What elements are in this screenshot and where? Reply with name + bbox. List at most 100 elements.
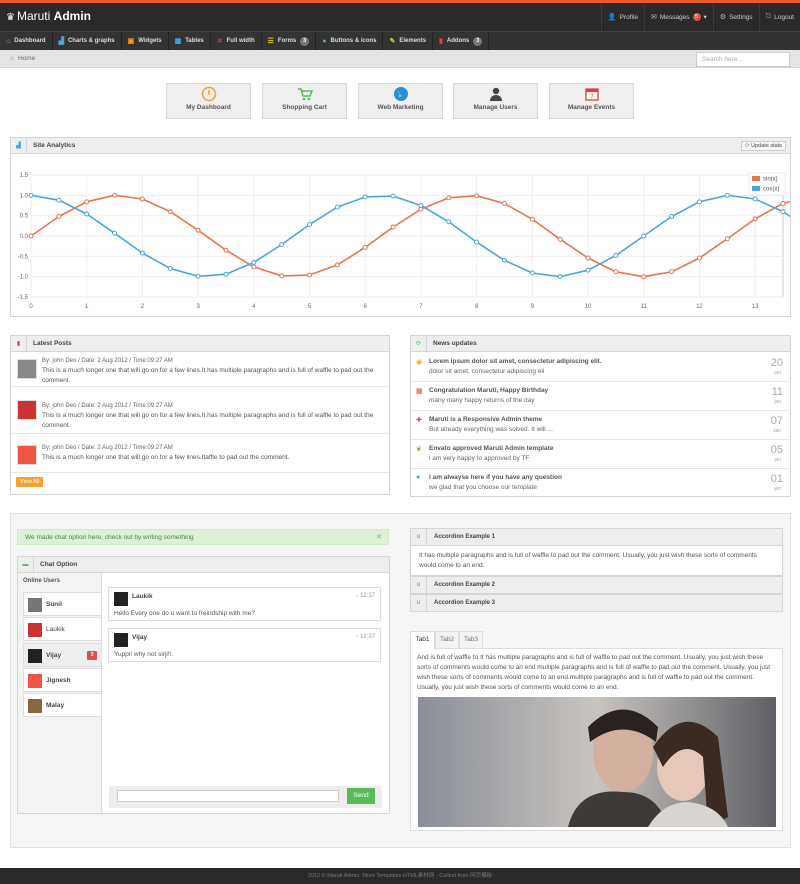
plus-icon: ✚: [416, 417, 422, 424]
send-button[interactable]: Send: [347, 788, 375, 804]
avatar: [114, 592, 128, 606]
quick-web-marketing[interactable]: Web Marketing: [358, 83, 443, 119]
settings-link[interactable]: ⚙ Settings: [712, 3, 759, 31]
post-meta: By: john Deo / Date: 2 Aug 2012 / Time:0…: [42, 403, 173, 409]
messages-link[interactable]: ✉ Messages 5 ▾: [644, 3, 713, 31]
data-point: [279, 273, 285, 279]
tab-3[interactable]: Tab3: [459, 631, 483, 648]
nav-widgets[interactable]: ▣ Widgets: [122, 32, 169, 50]
data-point: [223, 247, 229, 253]
dashboard-icon: [167, 84, 250, 104]
leaf-icon: ❦: [416, 446, 422, 453]
data-point: [696, 255, 702, 261]
avatar[interactable]: [17, 445, 37, 465]
refresh-icon: ⟳: [411, 336, 427, 351]
news-item[interactable]: ✚ Maruti is a Responsive Admin theme But…: [411, 411, 789, 440]
data-point: [752, 196, 758, 202]
online-user[interactable]: Sunil: [23, 592, 102, 616]
nav-label: Buttons & icons: [330, 38, 377, 44]
message-time: - 12:37: [356, 593, 375, 599]
nav-forms[interactable]: ☰ Forms 3: [262, 32, 317, 50]
data-point: [279, 242, 285, 248]
tint-icon: ●: [322, 37, 327, 45]
search-input[interactable]: [696, 52, 790, 67]
view-all-button[interactable]: View All: [16, 477, 44, 487]
cart-icon: [263, 84, 346, 104]
chat-alert: We made chat option here, check out by w…: [17, 529, 389, 545]
breadcrumb[interactable]: ⌂ Home: [10, 55, 35, 62]
data-point: [307, 222, 313, 228]
x-tick-label: 10: [585, 304, 592, 310]
data-point: [56, 213, 62, 219]
breadcrumb-bar: ⌂ Home: [0, 50, 800, 68]
avatar[interactable]: [17, 400, 37, 420]
quick-label: Web Marketing: [377, 104, 424, 111]
panel-title: News updates: [433, 340, 477, 347]
quick-shopping-cart[interactable]: Shopping Cart: [262, 83, 347, 119]
tab-2[interactable]: Tab2: [435, 631, 459, 648]
panel-header: ▮ Latest Posts: [11, 336, 389, 352]
data-point: [780, 209, 786, 215]
nav-tables[interactable]: ▦ Tables: [169, 32, 211, 50]
online-user[interactable]: Vijay 3: [23, 643, 102, 667]
quick-my-dashboard[interactable]: My Dashboard: [166, 83, 251, 119]
nav-charts[interactable]: ▟ Charts & graphs: [53, 32, 122, 50]
online-users-title: Online Users: [23, 578, 61, 584]
x-tick-label: 9: [531, 304, 535, 310]
accordion-header[interactable]: ∪ Accordion Example 1: [410, 528, 783, 546]
bar-chart-icon: ▟: [11, 138, 27, 153]
message-text: Yuppi! why not sirji!!.: [114, 651, 174, 658]
accordion-header[interactable]: ∪ Accordion Example 3: [410, 594, 783, 612]
profile-link[interactable]: 👤 Profile: [600, 3, 644, 31]
online-user[interactable]: Jignesh: [23, 668, 102, 692]
message-author: Laukik: [132, 593, 153, 600]
logout-link[interactable]: ⎋ Logout: [758, 3, 800, 31]
nav-full-width[interactable]: ✕ Full width: [211, 32, 262, 50]
y-tick-label: -1.0: [18, 275, 29, 281]
close-icon[interactable]: ✕: [376, 533, 382, 541]
home-icon: ⌂: [6, 37, 11, 45]
nav-dashboard[interactable]: ⌂ Dashboard: [0, 32, 53, 50]
data-point: [362, 194, 368, 200]
avatar: [28, 598, 42, 612]
online-user[interactable]: Laukik: [23, 617, 102, 641]
quick-manage-events[interactable]: 7 Manage Events: [549, 83, 634, 119]
x-tick-label: 12: [696, 304, 703, 310]
legend-label: cos(x): [763, 187, 779, 193]
data-point: [724, 192, 730, 198]
news-desc: i am very happy to approved by TF: [429, 455, 530, 462]
news-item[interactable]: ◉ Lorem ipsum dolor sit amet, consectetu…: [411, 353, 789, 382]
data-point: [167, 266, 173, 272]
nav-buttons-icons[interactable]: ● Buttons & icons: [316, 32, 384, 50]
data-point: [28, 233, 34, 239]
data-point: [28, 192, 34, 198]
avatar[interactable]: [17, 359, 37, 379]
news-item[interactable]: ● I am alwayse here if you have any ques…: [411, 469, 789, 498]
online-user[interactable]: Malay: [23, 693, 102, 717]
x-tick-label: 13: [752, 304, 759, 310]
news-title: Lorem ipsum dolor sit amet, consectetur …: [429, 358, 602, 365]
nav-addons[interactable]: ▮ Addons 3: [433, 32, 490, 50]
chat-message-input[interactable]: [117, 790, 339, 802]
brand-logo[interactable]: ♛ Maruti Admin: [6, 9, 91, 23]
panel-header: ▟ Site Analytics ⟳ Update stats: [11, 138, 790, 154]
gear-icon: ⚙: [719, 14, 727, 21]
data-point: [501, 200, 507, 206]
line-chart: 1.51.00.50.0-0.5-1.0-1.50 1 2 3 4 5 6 7 8 9 10 11 12…: [18, 172, 790, 310]
tab-panel: And is full of waffle to It has multiple…: [410, 648, 783, 831]
user-name: Vijay: [46, 652, 62, 659]
post-item: By: john Deo / Date: 2 Aug 2012 / Time:0…: [11, 435, 389, 473]
news-day: 01: [770, 473, 783, 485]
panel-header: ⟳ News updates: [411, 336, 790, 352]
accordion-title: Accordion Example 3: [434, 600, 496, 606]
update-stats-button[interactable]: ⟳ Update stats: [740, 141, 786, 151]
accordion-header[interactable]: ∪ Accordion Example 2: [410, 576, 783, 594]
quick-manage-users[interactable]: Manage Users: [453, 83, 538, 119]
nav-elements[interactable]: ✎ Elements: [383, 32, 434, 50]
news-item[interactable]: ❦ Envato approved Maruti Admin template …: [411, 440, 789, 469]
top-bar: ♛ Maruti Admin 👤 Profile ✉ Messages 5 ▾ ⚙ Sett…: [0, 0, 800, 31]
news-title: Congratulation Maruti, Happy Birthday: [429, 387, 549, 394]
tab-1[interactable]: Tab1: [410, 631, 435, 649]
news-item[interactable]: ▦ Congratulation Maruti, Happy Birthday …: [411, 382, 789, 411]
chat-message: Laukik - 12:37 Hello Every one do u want…: [108, 587, 381, 621]
